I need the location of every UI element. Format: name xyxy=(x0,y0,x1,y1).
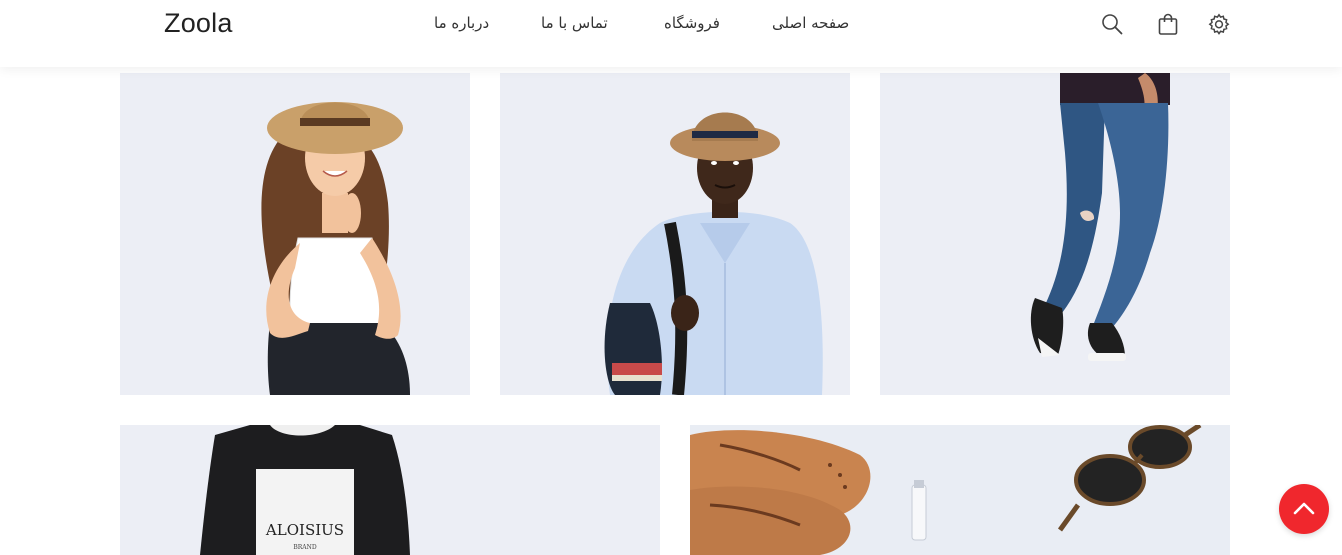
man-jeans-image xyxy=(880,73,1230,395)
gear-icon[interactable] xyxy=(1207,12,1231,36)
woman-hat-image xyxy=(120,73,470,395)
chevron-up-icon xyxy=(1293,502,1315,515)
gallery-tile-man-fedora[interactable] xyxy=(500,73,850,395)
site-header: Zoola صفحه اصلی فروشگاه تماس با ما دربار… xyxy=(0,0,1342,67)
nav-home[interactable]: صفحه اصلی xyxy=(772,14,849,32)
shopping-bag-icon[interactable] xyxy=(1156,12,1180,36)
gallery-tile-man-jeans[interactable] xyxy=(880,73,1230,395)
gallery-tile-woman-hat[interactable] xyxy=(120,73,470,395)
gallery-tile-sweatshirt[interactable]: ALOISIUS BRAND xyxy=(120,425,660,555)
search-icon[interactable] xyxy=(1100,12,1124,36)
shoes-sunglasses-image xyxy=(690,425,1230,555)
svg-text:BRAND: BRAND xyxy=(293,544,317,551)
man-fedora-image xyxy=(500,73,850,395)
svg-text:ALOISIUS: ALOISIUS xyxy=(265,521,344,539)
scroll-to-top-button[interactable] xyxy=(1279,484,1329,534)
site-logo[interactable]: Zoola xyxy=(164,8,233,39)
nav-shop[interactable]: فروشگاه xyxy=(664,14,720,32)
gallery-tile-shoes-sunglasses[interactable] xyxy=(690,425,1230,555)
nav-contact[interactable]: تماس با ما xyxy=(541,14,608,32)
nav-about[interactable]: درباره ما xyxy=(434,14,489,32)
sweatshirt-image: ALOISIUS BRAND xyxy=(120,425,660,555)
